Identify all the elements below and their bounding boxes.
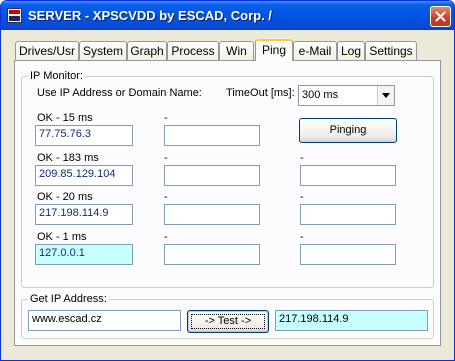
close-button[interactable] (430, 6, 451, 27)
app-icon[interactable] (7, 8, 22, 23)
ping-status-4b: - (164, 231, 168, 243)
ping-address-2b[interactable] (164, 165, 260, 186)
ping-address-3a[interactable]: 217.198.114.9 (35, 204, 133, 225)
test-button-focus-ring (191, 314, 265, 329)
timeout-label: TimeOut [ms]: (226, 87, 295, 99)
tab-log[interactable]: Log (337, 41, 365, 60)
timeout-select[interactable]: 300 ms (298, 85, 395, 106)
window-title: SERVER - XPSCVDD by ESCAD, Corp. / (28, 8, 272, 23)
close-icon (435, 11, 446, 22)
ping-address-3c[interactable] (300, 204, 396, 225)
ping-address-2a[interactable]: 209.85.129.104 (35, 165, 133, 186)
get-ip-group-label: Get IP Address: (28, 293, 109, 305)
tab-process[interactable]: Process (167, 41, 219, 60)
tab-email[interactable]: e-Mail (293, 41, 337, 60)
chevron-down-icon (382, 93, 390, 98)
ping-status-3b: - (164, 191, 168, 203)
ping-address-1a[interactable]: 77.75.76.3 (35, 125, 133, 146)
ping-status-2c: - (300, 152, 304, 164)
tab-graph[interactable]: Graph (127, 41, 167, 60)
tab-drives-usr[interactable]: Drives/Usr (15, 41, 79, 60)
ping-address-4c[interactable] (300, 244, 396, 265)
ping-address-4a[interactable]: 127.0.0.1 (35, 244, 133, 265)
ip-monitor-group-label: IP Monitor: (28, 70, 85, 82)
pinging-button[interactable]: Pinging (299, 118, 397, 143)
tab-win[interactable]: Win (219, 41, 254, 60)
ping-status-1b: - (164, 112, 168, 124)
ping-status-1a: OK - 15 ms (37, 112, 93, 124)
domain-input[interactable]: www.escad.cz (28, 310, 181, 331)
test-button[interactable]: -> Test -> (187, 310, 269, 333)
ping-address-3b[interactable] (164, 204, 260, 225)
tab-system[interactable]: System (79, 41, 127, 60)
ping-address-2c[interactable] (300, 165, 396, 186)
timeout-select-value: 300 ms (302, 89, 339, 101)
ping-status-2a: OK - 183 ms (37, 152, 99, 164)
ping-status-4a: OK - 1 ms (37, 231, 87, 243)
timeout-dropdown-button[interactable] (377, 86, 394, 105)
ping-address-1b[interactable] (164, 125, 260, 146)
tab-ping[interactable]: Ping (255, 39, 293, 61)
tab-settings[interactable]: Settings (365, 41, 417, 60)
ping-status-3a: OK - 20 ms (37, 191, 93, 203)
address-label: Use IP Address or Domain Name: (37, 87, 202, 99)
ping-status-3c: - (300, 191, 304, 203)
ping-status-2b: - (164, 152, 168, 164)
ip-result-field[interactable]: 217.198.114.9 (275, 310, 428, 331)
title-bar[interactable]: SERVER - XPSCVDD by ESCAD, Corp. / (1, 1, 454, 30)
ping-address-4b[interactable] (164, 244, 260, 265)
app-window: SERVER - XPSCVDD by ESCAD, Corp. / Drive… (0, 0, 455, 361)
ping-status-4c: - (300, 231, 304, 243)
